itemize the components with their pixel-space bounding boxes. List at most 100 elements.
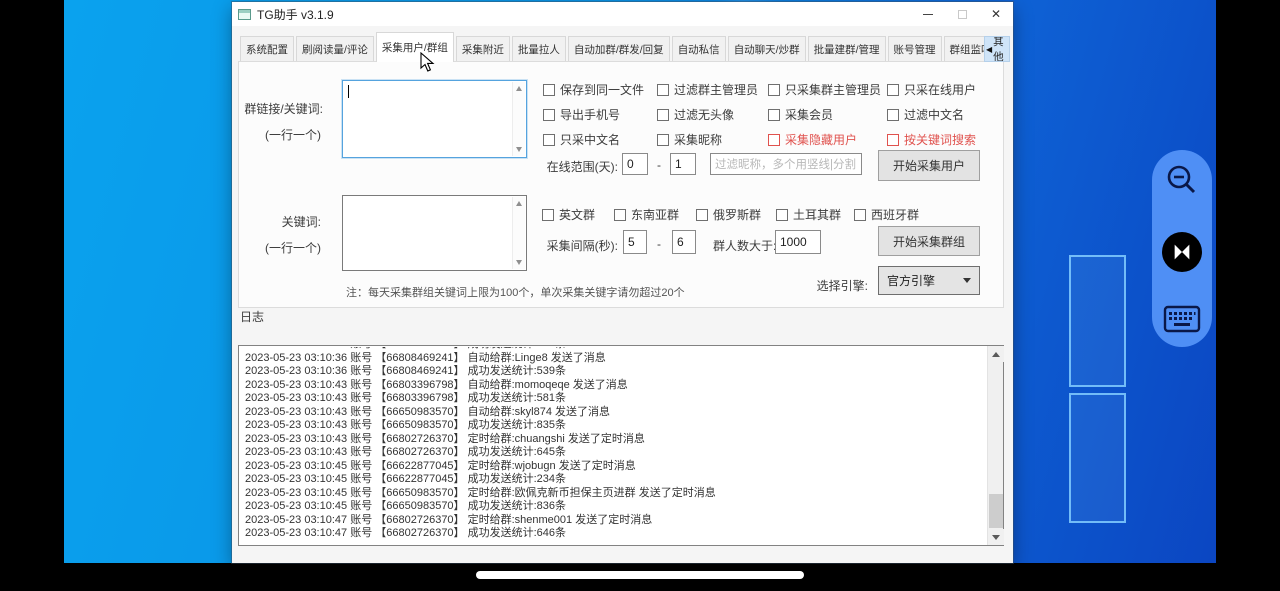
checkbox-只采中文名[interactable]: 只采中文名 [543, 127, 657, 152]
text-caret [348, 85, 349, 98]
checkbox-只采在线用户[interactable]: 只采在线用户 [887, 77, 1027, 102]
nickname-filter-input[interactable] [710, 153, 862, 175]
home-indicator[interactable] [476, 571, 804, 579]
tab-自动加群/群发/回复[interactable]: 自动加群/群发/回复 [568, 36, 670, 62]
engine-select[interactable]: 官方引擎 [878, 266, 980, 295]
title-bar: TG助手 v3.1.9 ✕ [232, 2, 1013, 26]
online-to-input[interactable] [670, 153, 696, 175]
checkbox-box-icon[interactable] [543, 84, 555, 96]
tab-群组监听/客服[interactable]: 群组监听/客服 [944, 36, 984, 62]
checkbox-英文群[interactable]: 英文群 [542, 202, 614, 227]
min-members-input[interactable] [775, 230, 821, 254]
group-link-label: 群链接/关键词: [243, 100, 323, 117]
textarea-scrollbar[interactable] [512, 197, 525, 269]
checkbox-label: 俄罗斯群 [713, 206, 761, 223]
keyboard-icon[interactable] [1163, 305, 1201, 333]
checkbox-label: 只采在线用户 [904, 81, 976, 98]
engine-value: 官方引擎 [887, 272, 935, 289]
engine-label: 选择引擎: [796, 277, 868, 294]
checkbox-按关键词搜索[interactable]: 按关键词搜索 [887, 127, 1027, 152]
checkbox-box-icon[interactable] [768, 134, 780, 146]
scroll-up-icon[interactable] [516, 201, 522, 206]
checkbox-box-icon[interactable] [768, 109, 780, 121]
checkbox-西班牙群[interactable]: 西班牙群 [854, 202, 944, 227]
checkbox-box-icon[interactable] [657, 84, 669, 96]
checkbox-采集会员[interactable]: 采集会员 [768, 102, 887, 127]
checkbox-东南亚群[interactable]: 东南亚群 [614, 202, 696, 227]
online-from-input[interactable] [622, 153, 648, 175]
interval-from-input[interactable] [623, 230, 647, 254]
scroll-up-icon[interactable] [516, 86, 522, 91]
checkbox-box-icon[interactable] [543, 109, 555, 121]
app-icon [238, 9, 251, 20]
checkbox-box-icon[interactable] [657, 134, 669, 146]
tab-批量拉人[interactable]: 批量拉人 [512, 36, 566, 62]
checkbox-过滤群主管理员[interactable]: 过滤群主管理员 [657, 77, 768, 102]
tab-自动私信[interactable]: 自动私信 [672, 36, 726, 62]
tab-采集附近[interactable]: 采集附近 [456, 36, 510, 62]
keyword-label: 关键词: [243, 213, 321, 230]
checkbox-土耳其群[interactable]: 土耳其群 [776, 202, 854, 227]
tab-采集用户/群组[interactable]: 采集用户/群组 [376, 32, 454, 62]
min-members-label: 群人数大于: [713, 237, 776, 254]
group-link-hint: (一行一个) [265, 126, 321, 143]
checkbox-label: 按关键词搜索 [904, 131, 976, 148]
daily-limit-note: 注：每天采集群组关键词上限为100个，单次采集关键字请勿超过20个 [346, 284, 685, 300]
group-options-row: 英文群东南亚群俄罗斯群土耳其群西班牙群 [542, 202, 944, 227]
textarea-scrollbar[interactable] [512, 82, 525, 156]
tab-scroll-left-icon[interactable]: ◀ [986, 45, 992, 54]
checkbox-只采集群主管理员[interactable]: 只采集群主管理员 [768, 77, 887, 102]
scrollbar-thumb[interactable] [989, 494, 1003, 528]
checkbox-俄罗斯群[interactable]: 俄罗斯群 [696, 202, 776, 227]
checkbox-label: 导出手机号 [560, 106, 620, 123]
scroll-up-button[interactable] [988, 346, 1004, 362]
checkbox-label: 过滤中文名 [904, 106, 964, 123]
scroll-down-icon[interactable] [516, 147, 522, 152]
minimize-icon [923, 14, 933, 15]
checkbox-box-icon[interactable] [696, 209, 708, 221]
window-title: TG助手 v3.1.9 [257, 6, 334, 23]
close-button[interactable]: ✕ [979, 2, 1013, 26]
log-box[interactable]: 2023-05-23 03:10:34 账号 【66802726370】 成功发… [238, 345, 1004, 546]
log-line: 2023-05-23 03:10:45 账号 【66622877045】 成功发… [245, 473, 986, 487]
checkbox-box-icon[interactable] [887, 84, 899, 96]
checkbox-保存到同一文件[interactable]: 保存到同一文件 [543, 77, 657, 102]
group-links-textarea[interactable] [342, 80, 527, 158]
checkbox-box-icon[interactable] [887, 134, 899, 146]
checkbox-box-icon[interactable] [542, 209, 554, 221]
checkbox-采集隐藏用户[interactable]: 采集隐藏用户 [768, 127, 887, 152]
checkbox-box-icon[interactable] [614, 209, 626, 221]
tab-自动聊天/炒群[interactable]: 自动聊天/炒群 [728, 36, 806, 62]
zoom-out-icon[interactable] [1164, 162, 1200, 198]
minimize-button[interactable] [911, 2, 945, 26]
checkbox-过滤无头像[interactable]: 过滤无头像 [657, 102, 768, 127]
wallpaper-logo-pane [1069, 393, 1126, 523]
checkbox-box-icon[interactable] [887, 109, 899, 121]
maximize-button[interactable] [945, 2, 979, 26]
checkbox-box-icon[interactable] [768, 84, 780, 96]
log-line: 2023-05-23 03:10:36 账号 【66808469241】 自动给… [245, 352, 986, 366]
interval-to-input[interactable] [672, 230, 696, 254]
tab-批量建群/管理[interactable]: 批量建群/管理 [808, 36, 886, 62]
start-collect-groups-button[interactable]: 开始采集群组 [878, 226, 980, 256]
checkbox-box-icon[interactable] [543, 134, 555, 146]
rdp-session-icon[interactable] [1162, 232, 1202, 272]
checkbox-label: 保存到同一文件 [560, 81, 644, 98]
tab-账号管理[interactable]: 账号管理 [888, 36, 942, 62]
scroll-down-button[interactable] [988, 529, 1004, 545]
checkbox-box-icon[interactable] [776, 209, 788, 221]
checkbox-过滤中文名[interactable]: 过滤中文名 [887, 102, 1027, 127]
keywords-textarea[interactable] [342, 195, 527, 271]
tab-overflow[interactable]: ◀ 其他 [984, 36, 1010, 62]
start-collect-users-button[interactable]: 开始采集用户 [878, 150, 980, 181]
checkbox-box-icon[interactable] [854, 209, 866, 221]
tab-系统配置[interactable]: 系统配置 [240, 36, 294, 62]
checkbox-box-icon[interactable] [657, 109, 669, 121]
scroll-down-icon [992, 535, 1000, 540]
checkbox-label: 采集会员 [785, 106, 833, 123]
checkbox-导出手机号[interactable]: 导出手机号 [543, 102, 657, 127]
log-scrollbar[interactable] [987, 346, 1003, 545]
scroll-down-icon[interactable] [516, 260, 522, 265]
checkbox-采集昵称[interactable]: 采集昵称 [657, 127, 768, 152]
tab-刷阅读量/评论[interactable]: 刷阅读量/评论 [296, 36, 374, 62]
